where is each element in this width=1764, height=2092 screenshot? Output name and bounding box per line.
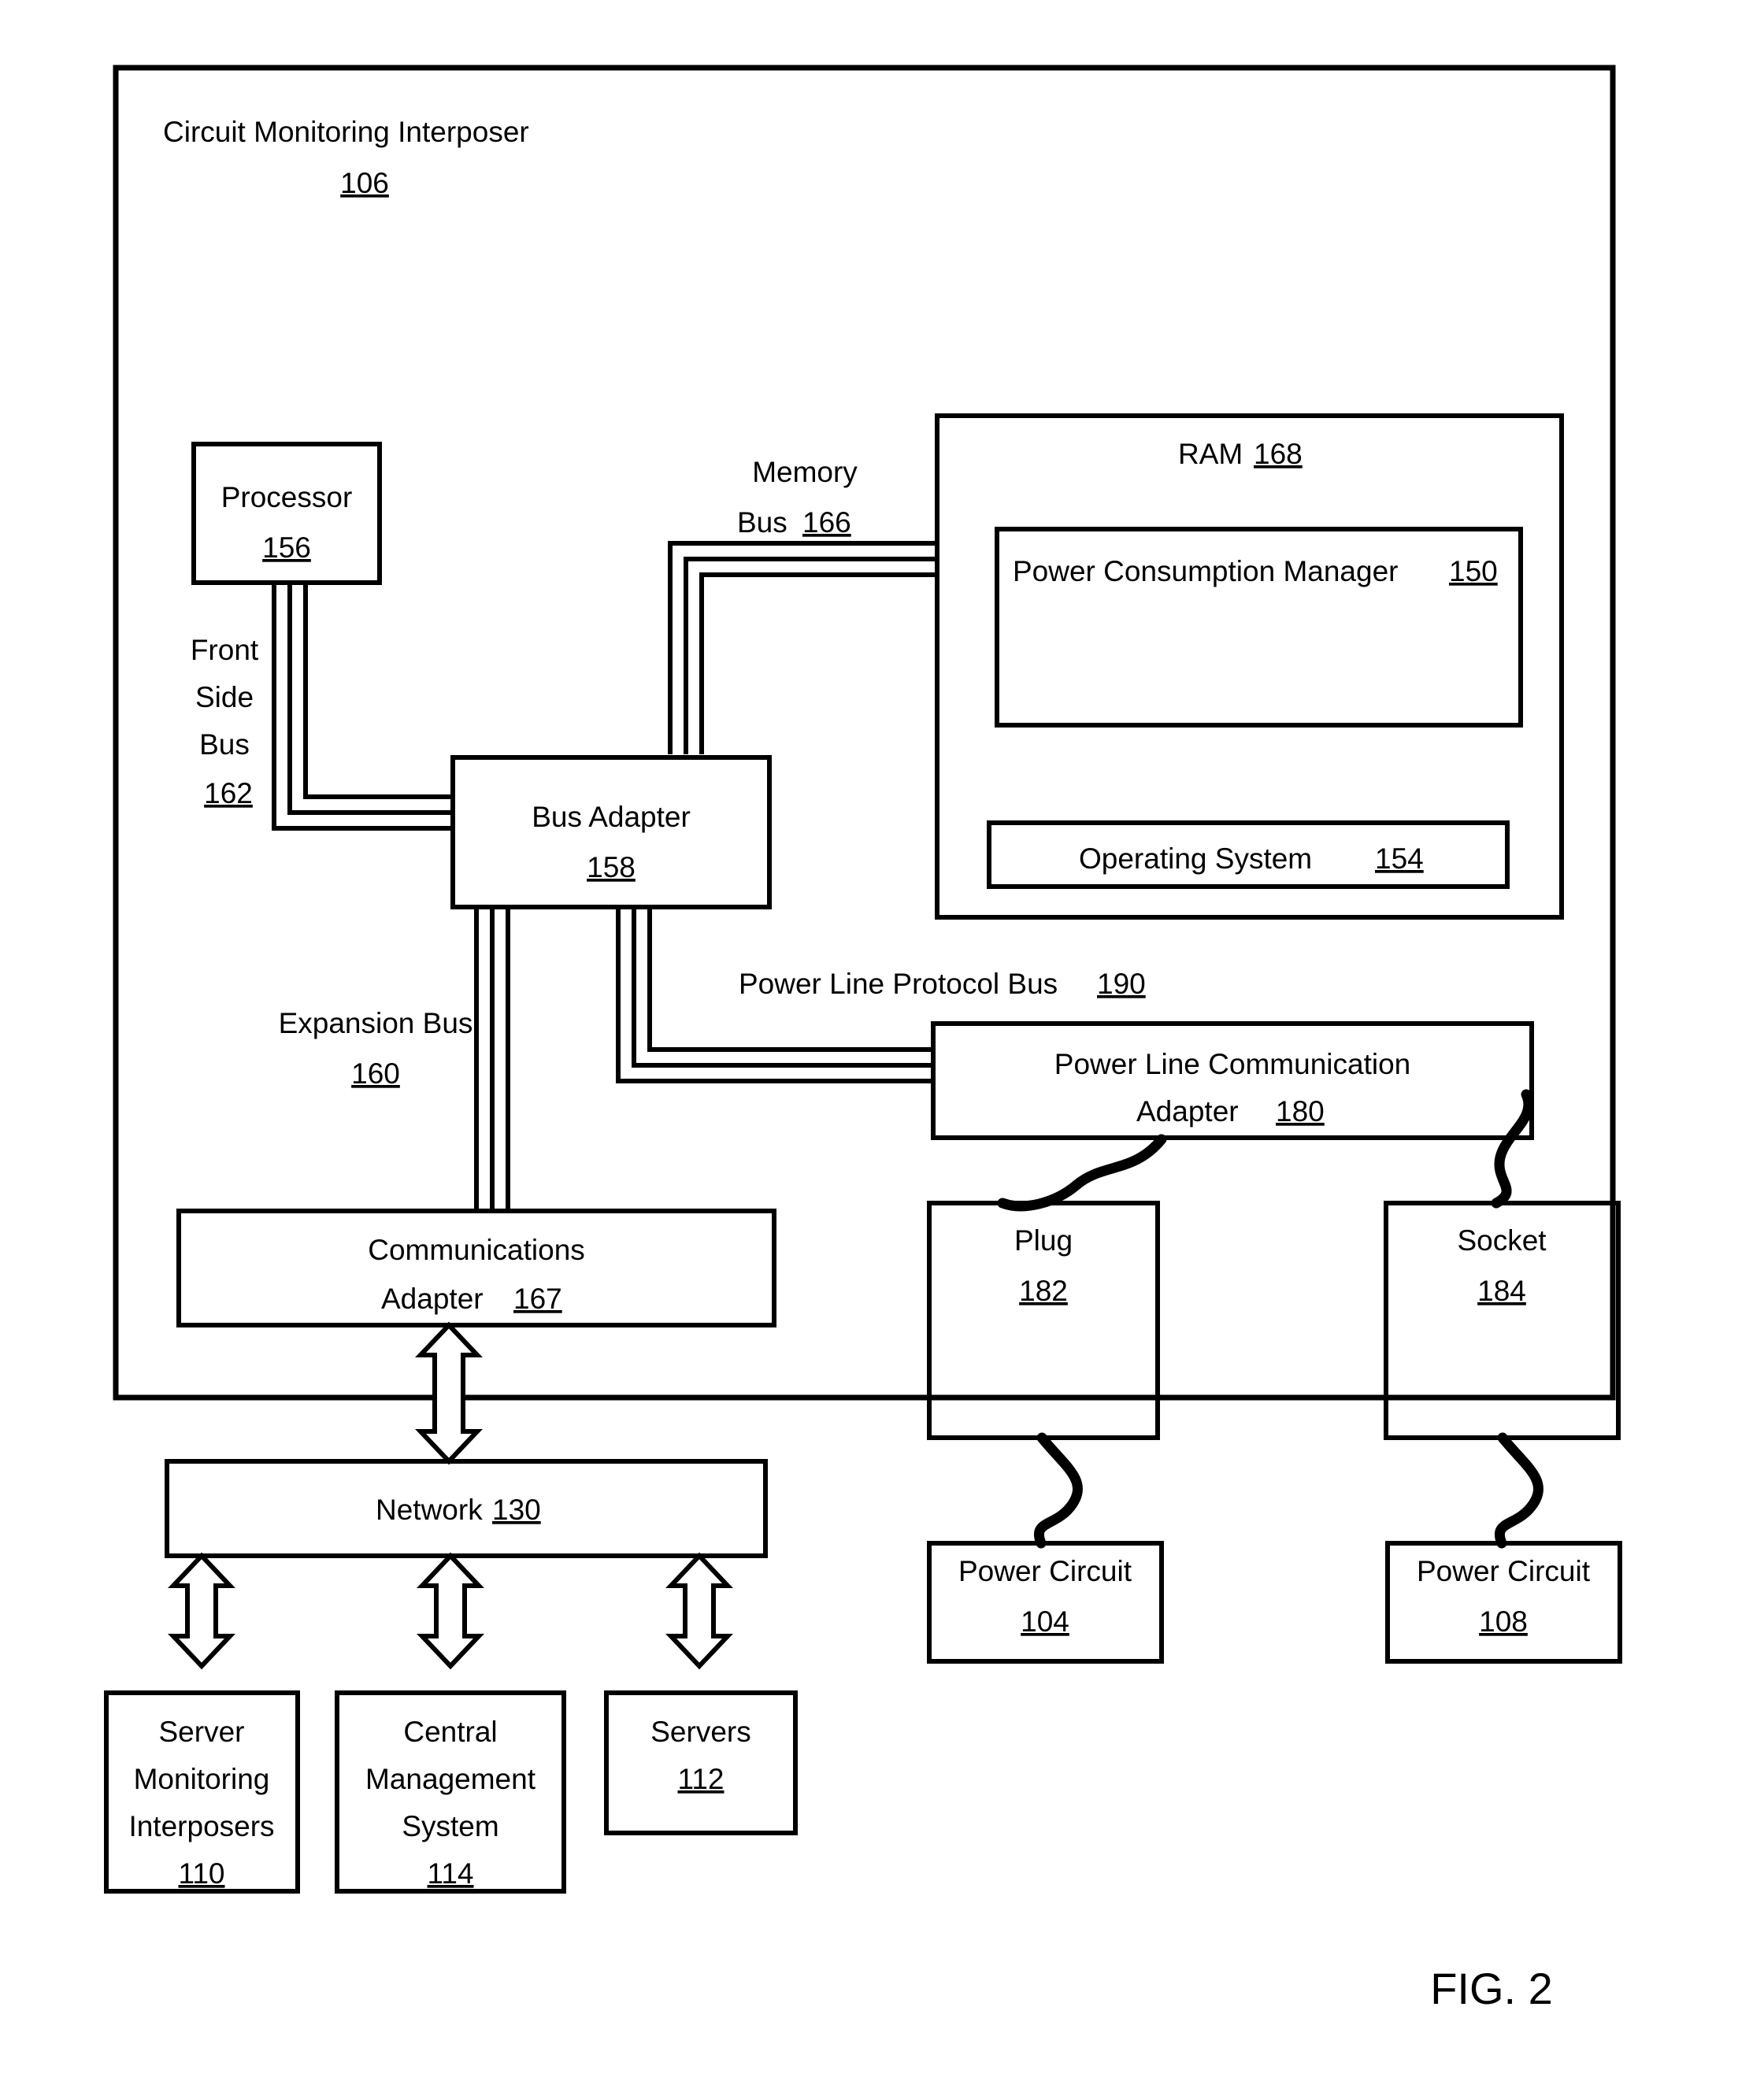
socket-to-power-circuit-108-cable (1494, 1432, 1544, 1549)
network-ref: 130 (492, 1494, 541, 1526)
network-to-management-arrow (417, 1552, 484, 1670)
front-side-bus-ref: 162 (204, 777, 253, 809)
central-management-system-label-line2: Management (365, 1763, 536, 1795)
plc-to-plug-cable (997, 1134, 1167, 1212)
plug-ref: 182 (1019, 1275, 1068, 1307)
plc-to-socket-cable (1491, 1089, 1534, 1209)
interposer-frame (113, 65, 1616, 1401)
power-line-protocol-bus-label: Power Line Protocol Bus (739, 968, 1058, 1000)
power-circuit-108-ref: 108 (1479, 1605, 1528, 1638)
power-line-protocol-bus-ref: 190 (1097, 968, 1146, 1000)
communications-adapter-ref: 167 (513, 1283, 562, 1315)
servers-ref: 112 (678, 1763, 724, 1795)
memory-bus-ref: 166 (802, 506, 851, 539)
power-circuit-104-ref: 104 (1021, 1605, 1069, 1638)
expansion-bus-lines (474, 907, 510, 1211)
processor-label: Processor (221, 481, 353, 513)
central-management-system-label-line3: System (402, 1810, 498, 1842)
power-circuit-104-label: Power Circuit (958, 1555, 1132, 1587)
network-to-servers-arrow (665, 1552, 733, 1670)
bus-adapter-label: Bus Adapter (532, 801, 691, 833)
interposer-ref: 106 (340, 167, 389, 199)
ram-label: RAM (1178, 438, 1243, 470)
central-management-system-label-line1: Central (403, 1716, 497, 1748)
operating-system-ref: 154 (1375, 842, 1424, 875)
front-side-bus-label-line1: Front (191, 634, 259, 666)
communications-adapter-label-line1: Communications (368, 1234, 585, 1266)
server-monitoring-interposers-label-line3: Interposers (128, 1810, 274, 1842)
network-to-interposers-arrow (168, 1552, 235, 1670)
plug-to-power-circuit-104-cable (1033, 1432, 1083, 1549)
plug-label: Plug (1014, 1224, 1073, 1257)
server-monitoring-interposers-label-line1: Server (159, 1716, 245, 1748)
server-monitoring-interposers-ref: 110 (179, 1857, 225, 1890)
operating-system-label: Operating System (1079, 842, 1312, 875)
server-monitoring-interposers-label-line2: Monitoring (134, 1763, 270, 1795)
front-side-bus-lines (272, 583, 453, 831)
power-consumption-manager-label: Power Consumption Manager (1013, 555, 1398, 587)
front-side-bus-label-line3: Bus (199, 728, 250, 761)
interposer-title: Circuit Monitoring Interposer (163, 116, 529, 148)
processor-ref: 156 (262, 531, 311, 564)
servers-label: Servers (650, 1716, 750, 1748)
figure-caption: FIG. 2 (1430, 1964, 1553, 2013)
memory-bus-label-line2: Bus (737, 506, 788, 539)
comms-adapter-network-arrow (415, 1321, 483, 1465)
circuit-monitoring-interposer-diagram: Processor 156 Front Side Bus 162 Bus Ada… (104, 65, 1622, 2013)
expansion-bus-ref: 160 (351, 1057, 400, 1090)
ram-ref: 168 (1254, 438, 1303, 470)
memory-bus-lines (668, 541, 937, 754)
power-line-communication-adapter-label-line1: Power Line Communication (1054, 1048, 1410, 1080)
socket-label: Socket (1457, 1224, 1547, 1257)
socket-ref: 184 (1477, 1275, 1526, 1307)
expansion-bus-label: Expansion Bus (279, 1007, 473, 1039)
front-side-bus-label-line2: Side (195, 681, 254, 713)
power-line-communication-adapter-label-line2: Adapter (1136, 1095, 1239, 1127)
network-label: Network (376, 1494, 483, 1526)
power-line-communication-adapter-ref: 180 (1276, 1095, 1325, 1127)
bus-adapter-ref: 158 (587, 851, 636, 883)
memory-bus-label-line1: Memory (752, 456, 858, 488)
figure-page: Processor 156 Front Side Bus 162 Bus Ada… (0, 0, 1764, 2092)
central-management-system-ref: 114 (428, 1857, 474, 1890)
power-circuit-108-label: Power Circuit (1417, 1555, 1591, 1587)
communications-adapter-label-line2: Adapter (381, 1283, 484, 1315)
power-consumption-manager-ref: 150 (1449, 555, 1498, 587)
